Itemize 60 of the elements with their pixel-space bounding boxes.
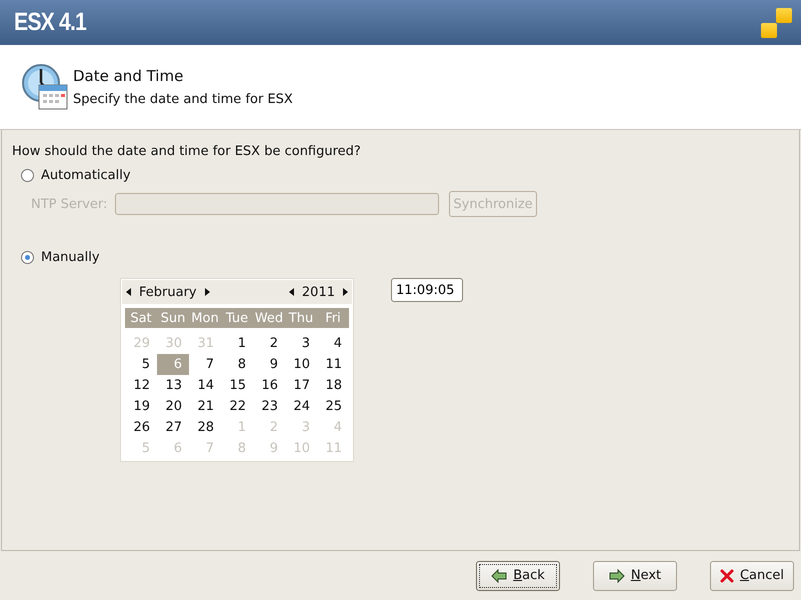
calendar-day[interactable]: 16: [253, 375, 285, 396]
clock-calendar-icon: [21, 63, 69, 111]
calendar-day[interactable]: 14: [189, 375, 221, 396]
next-button[interactable]: Next: [593, 560, 677, 590]
calendar-day[interactable]: 18: [317, 375, 349, 396]
cancel-button[interactable]: Cancel: [710, 560, 794, 590]
calendar-day[interactable]: 7: [189, 354, 221, 375]
ntp-server-label: NTP Server:: [31, 196, 108, 212]
calendar-day[interactable]: 11: [317, 354, 349, 375]
weekday-label: Fri: [324, 310, 342, 326]
calendar-day[interactable]: 17: [285, 375, 317, 396]
weekday-label: Sat: [129, 310, 153, 326]
page-subtitle: Specify the date and time for ESX: [73, 92, 293, 107]
left-arrow-icon: [491, 568, 508, 582]
weekday-label: Thu: [288, 310, 314, 326]
next-year-button[interactable]: [343, 288, 348, 296]
radio-label: Manually: [41, 250, 100, 265]
automatic-radio[interactable]: Automatically: [12, 168, 799, 183]
logo-icon: [761, 6, 793, 38]
time-field[interactable]: 11:09:05: [391, 278, 463, 302]
calendar-day[interactable]: 25: [317, 396, 349, 417]
calendar-day[interactable]: 24: [285, 396, 317, 417]
next-month-button[interactable]: [204, 288, 210, 296]
radio-icon[interactable]: [21, 251, 34, 264]
back-button[interactable]: Back: [476, 560, 560, 590]
weekday-label: Tue: [224, 310, 250, 326]
right-arrow-icon: [608, 568, 625, 582]
calendar-day[interactable]: 4: [317, 333, 349, 354]
question-text: How should the date and time for ESX be configured?: [12, 144, 362, 159]
calendar-day[interactable]: 2: [253, 333, 285, 354]
calendar-day[interactable]: 13: [157, 375, 189, 396]
calendar-day[interactable]: 12: [125, 375, 157, 396]
weekday-label: Wed: [254, 310, 284, 326]
previous-year-button[interactable]: [288, 288, 294, 296]
calendar-day[interactable]: 20: [157, 396, 189, 417]
calendar-day[interactable]: 21: [189, 396, 221, 417]
calendar-day[interactable]: 3: [285, 333, 317, 354]
calendar-day[interactable]: 8: [221, 354, 253, 375]
calendar-day[interactable]: 1: [221, 333, 253, 354]
calendar-day[interactable]: 27: [157, 417, 189, 438]
product-title: ESX 4.1: [14, 8, 86, 37]
weekday-label: Sun: [160, 310, 186, 326]
calendar-day[interactable]: 22: [221, 396, 253, 417]
year-label: 2011: [302, 284, 335, 300]
radio-icon[interactable]: [21, 169, 34, 182]
radio-label: Automatically: [41, 168, 131, 183]
calendar-day[interactable]: 28: [189, 417, 221, 438]
calendar-day[interactable]: 23: [253, 396, 285, 417]
calendar-day[interactable]: 10: [285, 354, 317, 375]
x-mark-icon: [720, 568, 734, 582]
calendar-day[interactable]: 9: [253, 354, 285, 375]
page-title: Date and Time: [73, 67, 184, 85]
previous-month-button[interactable]: [126, 288, 131, 296]
calendar-day[interactable]: 15: [221, 375, 253, 396]
calendar-day[interactable]: 26: [125, 417, 157, 438]
calendar-day[interactable]: 5: [125, 354, 157, 375]
month-label: February: [139, 284, 197, 300]
weekday-label: Mon: [190, 310, 220, 326]
manual-radio[interactable]: Manually: [12, 250, 799, 265]
calendar-day[interactable]: 19: [125, 396, 157, 417]
